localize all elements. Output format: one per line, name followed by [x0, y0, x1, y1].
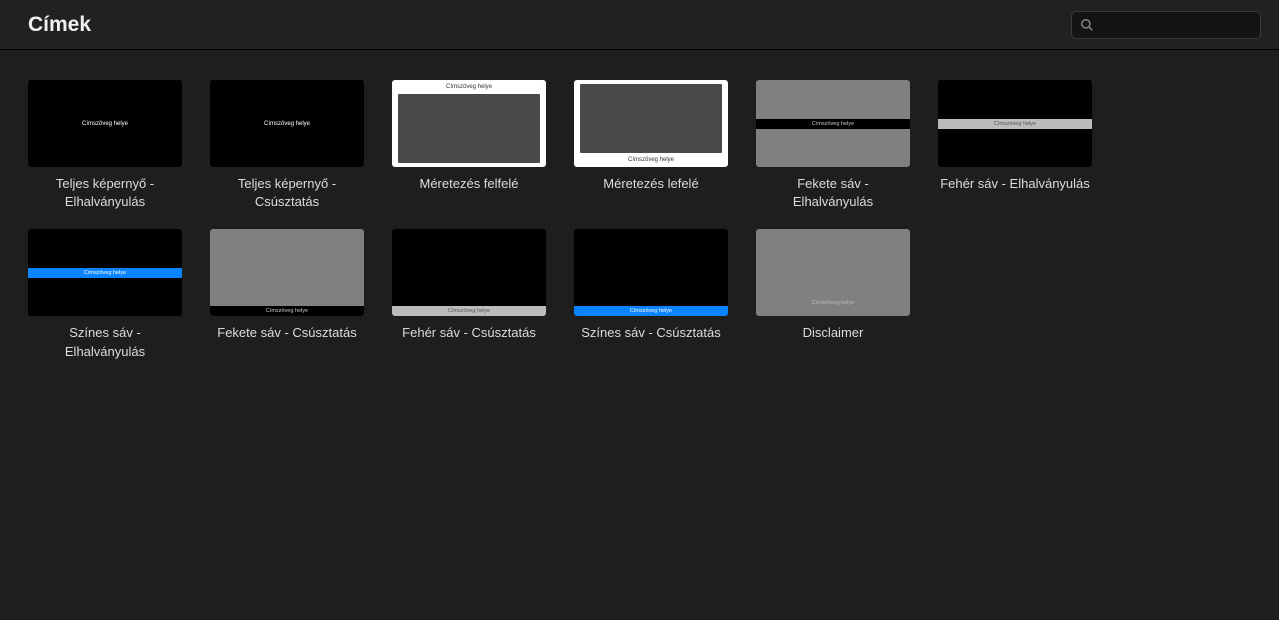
- tile-label: Fehér sáv - Elhalványulás: [940, 175, 1090, 193]
- tile-label: Méretezés felfelé: [420, 175, 519, 193]
- thumb-strip: Címszöveg helye: [756, 119, 910, 129]
- search-icon: [1080, 18, 1094, 32]
- tile-thumbnail: Címszöveg helye: [210, 80, 364, 167]
- tile-thumbnail: Címszöveg helye: [28, 80, 182, 167]
- thumb-text: Címszöveg helye: [264, 121, 310, 127]
- tile-white-strip-fade[interactable]: Címszöveg helye Fehér sáv - Elhalványulá…: [938, 80, 1092, 211]
- thumb-text: Címszöveg helye: [574, 157, 728, 163]
- header-bar: Címek: [0, 0, 1279, 50]
- thumb-text: Címszöveg helye: [756, 300, 910, 306]
- thumb-inner: [580, 84, 722, 153]
- thumb-strip: Címszöveg helye: [28, 268, 182, 278]
- thumb-text: Címszöveg helye: [630, 308, 672, 314]
- thumb-text: Címszöveg helye: [82, 121, 128, 127]
- tile-scale-up[interactable]: Címszöveg helye Méretezés felfelé: [392, 80, 546, 211]
- tile-label: Fekete sáv - Csúsztatás: [217, 324, 356, 342]
- tile-thumbnail: Címszöveg helye: [392, 80, 546, 167]
- thumb-strip: Címszöveg helye: [574, 306, 728, 316]
- thumb-text: Címszöveg helye: [812, 121, 854, 127]
- tile-disclaimer[interactable]: Címszöveg helye Disclaimer: [756, 229, 910, 360]
- tile-color-strip-fade[interactable]: Címszöveg helye Színes sáv - Elhalványul…: [28, 229, 182, 360]
- thumb-text: Címszöveg helye: [84, 270, 126, 276]
- tile-label: Disclaimer: [803, 324, 864, 342]
- tile-label: Fekete sáv - Elhalványulás: [756, 175, 910, 211]
- tile-label: Fehér sáv - Csúsztatás: [402, 324, 536, 342]
- thumb-text: Címszöveg helye: [266, 308, 308, 314]
- thumb-strip: Címszöveg helye: [392, 306, 546, 316]
- thumb-text: Címszöveg helye: [994, 121, 1036, 127]
- tile-label: Teljes képernyő - Elhalványulás: [28, 175, 182, 211]
- tile-color-strip-slide[interactable]: Címszöveg helye Színes sáv - Csúsztatás: [574, 229, 728, 360]
- thumb-text: Címszöveg helye: [392, 84, 546, 90]
- page-title: Címek: [28, 13, 91, 37]
- tile-thumbnail: Címszöveg helye: [756, 229, 910, 316]
- tile-label: Teljes képernyő - Csúsztatás: [210, 175, 364, 211]
- titles-grid: Címszöveg helye Teljes képernyő - Elhalv…: [0, 50, 1279, 391]
- tile-thumbnail: Címszöveg helye: [574, 80, 728, 167]
- tile-thumbnail: Címszöveg helye: [392, 229, 546, 316]
- thumb-inner: [398, 94, 540, 163]
- tile-scale-down[interactable]: Címszöveg helye Méretezés lefelé: [574, 80, 728, 211]
- tile-thumbnail: Címszöveg helye: [574, 229, 728, 316]
- tile-black-strip-slide[interactable]: Címszöveg helye Fekete sáv - Csúsztatás: [210, 229, 364, 360]
- tile-thumbnail: Címszöveg helye: [210, 229, 364, 316]
- thumb-strip: Címszöveg helye: [938, 119, 1092, 129]
- tile-label: Méretezés lefelé: [603, 175, 698, 193]
- search-field[interactable]: [1071, 11, 1261, 39]
- thumb-text: Címszöveg helye: [448, 308, 490, 314]
- thumb-strip: Címszöveg helye: [210, 306, 364, 316]
- tile-thumbnail: Címszöveg helye: [938, 80, 1092, 167]
- tile-label: Színes sáv - Csúsztatás: [581, 324, 720, 342]
- tile-thumbnail: Címszöveg helye: [28, 229, 182, 316]
- tile-white-strip-slide[interactable]: Címszöveg helye Fehér sáv - Csúsztatás: [392, 229, 546, 360]
- tile-fullscreen-fade[interactable]: Címszöveg helye Teljes képernyő - Elhalv…: [28, 80, 182, 211]
- tile-label: Színes sáv - Elhalványulás: [28, 324, 182, 360]
- tile-thumbnail: Címszöveg helye: [756, 80, 910, 167]
- search-input[interactable]: [1100, 17, 1252, 32]
- tile-black-strip-fade[interactable]: Címszöveg helye Fekete sáv - Elhalványul…: [756, 80, 910, 211]
- tile-fullscreen-slide[interactable]: Címszöveg helye Teljes képernyő - Csúszt…: [210, 80, 364, 211]
